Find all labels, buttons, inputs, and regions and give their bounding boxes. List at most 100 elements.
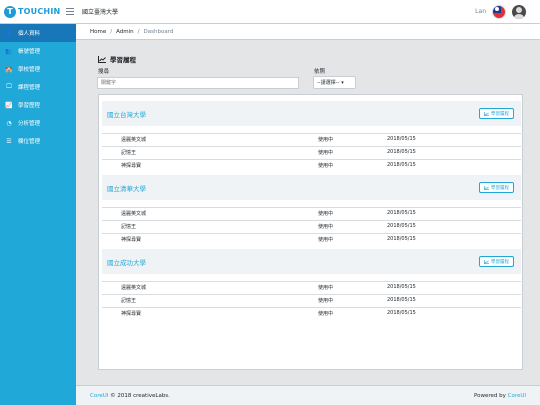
learning-history-button[interactable]: 學習履程 <box>479 182 514 193</box>
footer-powered-link[interactable]: CoreUI <box>508 393 526 399</box>
sidebar-item-3[interactable]: 🖵 課程管理 <box>0 78 76 96</box>
logo-mark: T <box>4 5 16 18</box>
university-header: 國立台灣大學 學習履程 <box>102 101 521 126</box>
avatar[interactable] <box>512 4 526 19</box>
course-date: 2018/05/15 <box>387 223 416 229</box>
table-row[interactable]: 遠麗英文城 使用中 2018/05/15 <box>102 281 521 292</box>
chart-line-icon <box>98 55 106 63</box>
course-date: 2018/05/15 <box>387 310 416 316</box>
chart-line-icon: 📈 <box>5 101 13 109</box>
school-icon: 🏫 <box>5 65 13 73</box>
sort-label: 依照 <box>314 69 326 75</box>
footer-left: CoreUI © 2018 creativeLabs. <box>90 393 170 399</box>
course-status: 使用中 <box>318 284 334 291</box>
footer: CoreUI © 2018 creativeLabs. Powered by C… <box>76 385 540 405</box>
course-status: 使用中 <box>318 162 334 169</box>
taiwan-flag-icon[interactable] <box>492 4 506 19</box>
sidebar-item-label: 個人資料 <box>18 31 41 37</box>
university-name[interactable]: 國立清華大學 <box>107 183 146 193</box>
sidebar-item-2[interactable]: 🏫 學校管理 <box>0 60 76 78</box>
chart-line-icon <box>484 111 489 116</box>
course-name: 記憶王 <box>121 223 137 230</box>
table-row[interactable]: 遠麗英文城 使用中 2018/05/15 <box>102 133 521 144</box>
course-name: 神探尋寶 <box>121 162 142 169</box>
users-icon: 👥 <box>5 47 13 55</box>
course-status: 使用中 <box>318 223 334 230</box>
sidebar-toggle-icon[interactable] <box>66 0 80 24</box>
learning-history-button[interactable]: 學習履程 <box>479 108 514 119</box>
chart-line-icon <box>484 185 489 190</box>
page-title-text: 學習履程 <box>110 56 136 64</box>
logo-text: TOUCHIN <box>18 7 61 16</box>
course-status: 使用中 <box>318 297 334 304</box>
sidebar-item-1[interactable]: 👥 帳號管理 <box>0 42 76 60</box>
sidebar-item-label: 學習歷程 <box>18 103 41 109</box>
sort-select[interactable]: --請選擇-- ▾ <box>313 76 356 89</box>
course-name: 記憶王 <box>121 149 137 156</box>
brand-logo[interactable]: T TOUCHIN <box>0 0 62 24</box>
table-row[interactable]: 記憶王 使用中 2018/05/15 <box>102 146 521 157</box>
sidebar-item-label: 分析管理 <box>18 121 41 127</box>
table-row[interactable]: 記憶王 使用中 2018/05/15 <box>102 220 521 231</box>
university-header: 國立清華大學 學習履程 <box>102 175 521 200</box>
course-date: 2018/05/15 <box>387 284 416 290</box>
app-header: T TOUCHIN 國立臺灣大學 Lan <box>0 0 540 24</box>
chart-line-icon <box>484 259 489 264</box>
course-date: 2018/05/15 <box>387 297 416 303</box>
table-row[interactable]: 神探尋寶 使用中 2018/05/15 <box>102 159 521 170</box>
course-name: 神探尋寶 <box>121 236 142 243</box>
sidebar-item-0[interactable]: 👤 個人資料 <box>0 24 76 42</box>
footer-copyright: © 2018 creativeLabs. <box>110 392 170 399</box>
footer-powered-by: Powered by <box>473 392 506 399</box>
table-row[interactable]: 神探尋寶 使用中 2018/05/15 <box>102 233 521 244</box>
learning-history-button[interactable]: 學習履程 <box>479 256 514 267</box>
breadcrumb-home[interactable]: Home <box>90 29 106 35</box>
table-row[interactable]: 記憶王 使用中 2018/05/15 <box>102 294 521 305</box>
learning-history-button-label: 學習履程 <box>491 111 509 117</box>
sidebar: 👤 個人資料 👥 帳號管理 🏫 學校管理 🖵 課程管理 📈 學習歷程 ◔ 分析管理 ☰ 欄位管理 <box>0 24 76 405</box>
page-title: 學習履程 <box>98 54 136 64</box>
sidebar-item-4[interactable]: 📈 學習歷程 <box>0 96 76 114</box>
search-label: 搜尋 <box>98 69 110 75</box>
course-date: 2018/05/15 <box>387 210 416 216</box>
course-name: 神探尋寶 <box>121 310 142 317</box>
footer-right: Powered by CoreUI <box>474 393 526 399</box>
chevron-down-icon: ▾ <box>341 79 344 86</box>
course-status: 使用中 <box>318 136 334 143</box>
university-name[interactable]: 國立成功大學 <box>107 257 146 267</box>
sidebar-item-label: 學校管理 <box>18 67 41 73</box>
breadcrumb-admin[interactable]: Admin <box>116 29 134 35</box>
course-date: 2018/05/15 <box>387 162 416 168</box>
course-date: 2018/05/15 <box>387 149 416 155</box>
course-name: 遠麗英文城 <box>121 284 147 291</box>
course-date: 2018/05/15 <box>387 236 416 242</box>
sidebar-item-6[interactable]: ☰ 欄位管理 <box>0 132 76 150</box>
table-row[interactable]: 神探尋寶 使用中 2018/05/15 <box>102 307 521 318</box>
sidebar-item-5[interactable]: ◔ 分析管理 <box>0 114 76 132</box>
search-input[interactable] <box>97 77 299 89</box>
course-status: 使用中 <box>318 236 334 243</box>
learning-history-button-label: 學習履程 <box>491 185 509 191</box>
course-name: 記憶王 <box>121 297 137 304</box>
course-date: 2018/05/15 <box>387 136 416 142</box>
user-icon: 👤 <box>5 29 13 37</box>
sidebar-item-label: 帳號管理 <box>18 49 41 55</box>
course-name: 遠麗英文城 <box>121 210 147 217</box>
sort-select-value: --請選擇-- <box>317 80 340 86</box>
user-name[interactable]: Lan <box>475 8 486 15</box>
course-icon: 🖵 <box>6 83 12 90</box>
site-name: 國立臺灣大學 <box>82 9 119 16</box>
university-name[interactable]: 國立台灣大學 <box>107 109 146 119</box>
course-status: 使用中 <box>318 149 334 156</box>
sidebar-item-label: 課程管理 <box>18 85 41 91</box>
university-card: 國立台灣大學 學習履程 遠麗英文城 使用中 2018/05/15 記憶王 使用中 2018/0… <box>98 94 523 405</box>
sidebar-item-label: 欄位管理 <box>18 139 41 145</box>
main-content: 學習履程 搜尋 依照 --請選擇-- ▾ 國立台灣大學學習履程遠麗英文城使用中2… <box>76 40 540 405</box>
footer-coreui-link[interactable]: CoreUI <box>90 393 108 399</box>
table-row[interactable]: 遠麗英文城 使用中 2018/05/15 <box>102 207 521 218</box>
breadcrumb-current: Dashboard <box>143 28 174 35</box>
course-name: 遠麗英文城 <box>121 136 147 143</box>
breadcrumb: Home / Admin / Dashboard <box>76 24 540 40</box>
university-header: 國立成功大學 學習履程 <box>102 249 521 274</box>
course-status: 使用中 <box>318 310 334 317</box>
